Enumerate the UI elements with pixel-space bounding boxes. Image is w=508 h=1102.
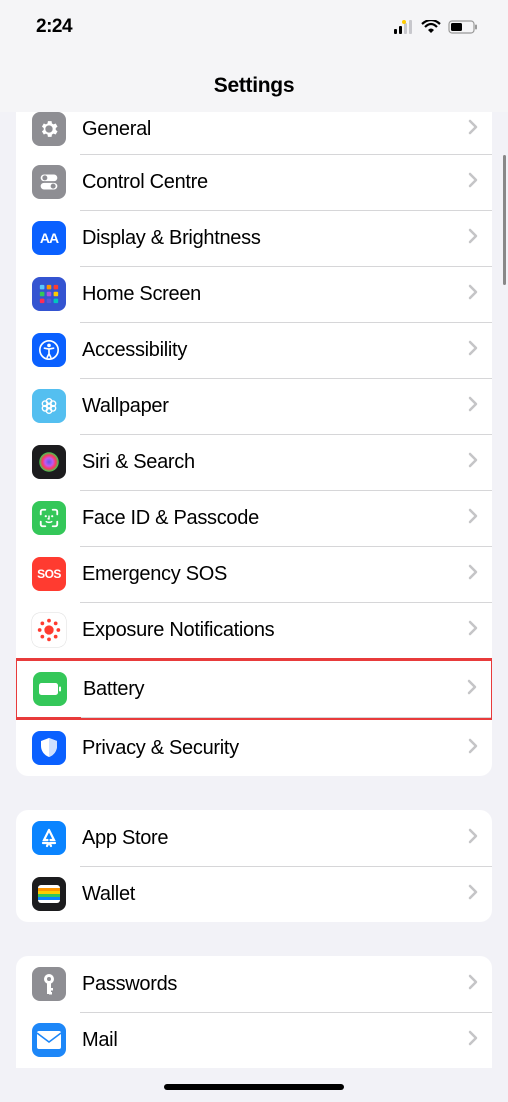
chevron-right-icon: [468, 974, 478, 995]
row-exposure-notifications[interactable]: Exposure Notifications: [16, 602, 492, 658]
wallet-icon: [32, 877, 66, 911]
row-label: Display & Brightness: [82, 227, 468, 250]
scrollbar[interactable]: [503, 155, 506, 285]
chevron-right-icon: [468, 508, 478, 529]
cellular-icon: [394, 20, 414, 34]
row-label: Face ID & Passcode: [82, 507, 468, 530]
settings-content[interactable]: General Control Centre AA Display & Brightn…: [0, 112, 508, 1102]
row-general[interactable]: General: [16, 112, 492, 154]
row-label: Emergency SOS: [82, 563, 468, 586]
chevron-right-icon: [468, 1030, 478, 1051]
row-label: Accessibility: [82, 339, 468, 362]
mail-icon: [32, 1023, 66, 1057]
row-home-screen[interactable]: Home Screen: [16, 266, 492, 322]
status-icons: [394, 20, 478, 34]
general-icon: [32, 112, 66, 146]
chevron-right-icon: [468, 228, 478, 249]
settings-group: Passwords Mail: [16, 956, 492, 1068]
row-label: Wallet: [82, 883, 468, 906]
row-label: Battery: [83, 678, 467, 701]
chevron-right-icon: [468, 620, 478, 641]
settings-group: General Control Centre AA Display & Brightn…: [16, 112, 492, 776]
chevron-right-icon: [468, 738, 478, 759]
row-control-centre[interactable]: Control Centre: [16, 154, 492, 210]
home-screen-icon: [32, 277, 66, 311]
row-passwords[interactable]: Passwords: [16, 956, 492, 1012]
emergency-sos-icon: SOS: [32, 557, 66, 591]
row-privacy-security[interactable]: Privacy & Security: [16, 720, 492, 776]
chevron-right-icon: [468, 828, 478, 849]
row-label: Privacy & Security: [82, 737, 468, 760]
row-display-brightness[interactable]: AA Display & Brightness: [16, 210, 492, 266]
row-app-store[interactable]: App Store: [16, 810, 492, 866]
chevron-right-icon: [468, 340, 478, 361]
row-siri-search[interactable]: Siri & Search: [16, 434, 492, 490]
row-label: Exposure Notifications: [82, 619, 468, 642]
row-label: Control Centre: [82, 171, 468, 194]
settings-header: Settings: [0, 54, 508, 112]
row-accessibility[interactable]: Accessibility: [16, 322, 492, 378]
row-wallet[interactable]: Wallet: [16, 866, 492, 922]
row-battery[interactable]: Battery: [16, 658, 492, 720]
chevron-right-icon: [468, 452, 478, 473]
row-wallpaper[interactable]: Wallpaper: [16, 378, 492, 434]
chevron-right-icon: [468, 564, 478, 585]
status-bar: 2:24: [0, 0, 508, 54]
row-label: Home Screen: [82, 283, 468, 306]
siri-search-icon: [32, 445, 66, 479]
settings-group: App Store Wallet: [16, 810, 492, 922]
chevron-right-icon: [468, 284, 478, 305]
home-indicator[interactable]: [164, 1084, 344, 1090]
face-id-passcode-icon: [32, 501, 66, 535]
privacy-security-icon: [32, 731, 66, 765]
row-label: Wallpaper: [82, 395, 468, 418]
chevron-right-icon: [468, 884, 478, 905]
battery-icon: [33, 672, 67, 706]
accessibility-icon: [32, 333, 66, 367]
chevron-right-icon: [468, 119, 478, 140]
row-emergency-sos[interactable]: SOS Emergency SOS: [16, 546, 492, 602]
row-label: Siri & Search: [82, 451, 468, 474]
row-mail[interactable]: Mail: [16, 1012, 492, 1068]
chevron-right-icon: [468, 396, 478, 417]
wifi-icon: [421, 20, 441, 34]
row-label: Passwords: [82, 973, 468, 996]
row-label: App Store: [82, 827, 468, 850]
row-label: General: [82, 118, 468, 141]
app-store-icon: [32, 821, 66, 855]
battery-icon: [448, 20, 478, 34]
chevron-right-icon: [468, 172, 478, 193]
chevron-right-icon: [467, 679, 477, 700]
exposure-notifications-icon: [32, 613, 66, 647]
row-label: Mail: [82, 1029, 468, 1052]
display-brightness-icon: AA: [32, 221, 66, 255]
control-centre-icon: [32, 165, 66, 199]
wallpaper-icon: [32, 389, 66, 423]
page-title: Settings: [0, 74, 508, 98]
passwords-icon: [32, 967, 66, 1001]
row-face-id-passcode[interactable]: Face ID & Passcode: [16, 490, 492, 546]
status-time: 2:24: [36, 16, 72, 38]
